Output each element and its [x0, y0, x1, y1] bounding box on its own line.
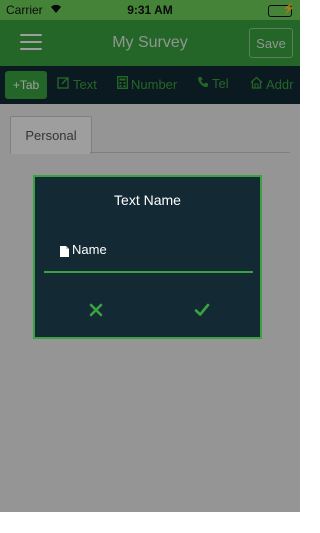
close-icon — [89, 303, 103, 317]
check-icon — [194, 303, 210, 316]
name-input[interactable]: Name — [44, 240, 253, 273]
document-icon — [60, 244, 69, 257]
text-field-dialog: Text Name Name — [33, 175, 262, 339]
confirm-button[interactable] — [193, 301, 211, 319]
name-placeholder: Name — [72, 242, 107, 257]
dialog-title: Text Name — [114, 192, 181, 208]
cancel-button[interactable] — [87, 301, 105, 319]
bottom-strip — [0, 512, 300, 533]
